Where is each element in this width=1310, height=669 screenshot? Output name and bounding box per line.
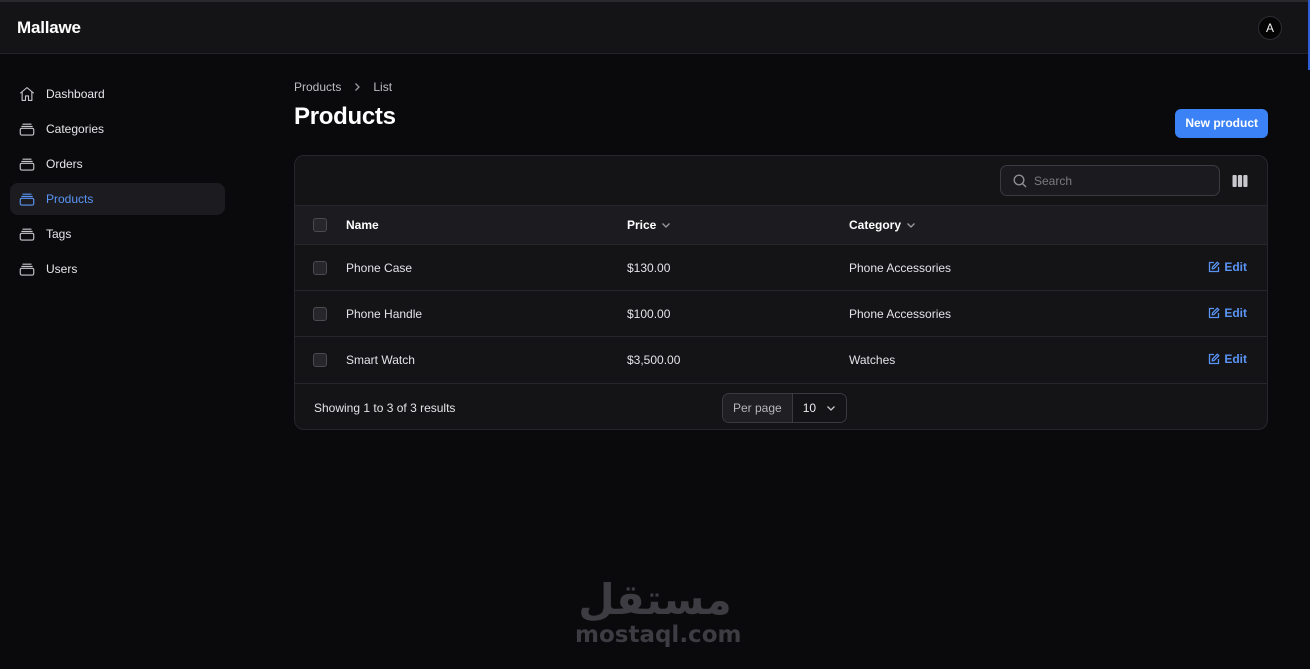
user-avatar[interactable]: A: [1258, 15, 1282, 40]
sidebar-item-categories[interactable]: Categories: [10, 113, 225, 145]
per-page-value: 10: [802, 400, 817, 415]
select-all-checkbox[interactable]: [313, 218, 327, 232]
breadcrumb-parent[interactable]: Products: [294, 80, 341, 94]
table-toolbar: [295, 156, 1267, 205]
per-page-label: Per page: [723, 393, 793, 422]
chevron-down-icon: [827, 405, 836, 411]
search-box[interactable]: [1000, 165, 1220, 196]
sidebar-item-label: Orders: [46, 157, 83, 171]
column-header-name: Name: [346, 218, 379, 232]
cell-category: Phone Accessories: [849, 260, 952, 275]
brand-logo[interactable]: Mallawe: [17, 18, 81, 38]
edit-link[interactable]: Edit: [1208, 306, 1247, 320]
table-header-row: Name Price Category: [295, 205, 1267, 245]
watermark-arabic: مستقل: [578, 575, 732, 624]
column-header-label: Category: [849, 218, 902, 232]
breadcrumb: Products List: [294, 80, 1268, 94]
sidebar: Dashboard Categories Orders Products Tag…: [10, 78, 225, 288]
chevron-down-icon: [907, 223, 915, 228]
sidebar-item-orders[interactable]: Orders: [10, 148, 225, 180]
per-page-selector[interactable]: Per page 10: [722, 392, 848, 423]
per-page-select[interactable]: 10: [792, 393, 847, 422]
watermark-latin: mostaql.com: [575, 622, 742, 648]
cell-name: Smart Watch: [346, 352, 415, 367]
collection-icon: [19, 158, 35, 171]
column-toggle-icon[interactable]: [1231, 172, 1249, 190]
cell-price: $100.00: [627, 306, 671, 321]
products-table: Name Price Category Phone Case $130.00 P…: [295, 205, 1267, 383]
sidebar-item-label: Users: [46, 262, 78, 276]
column-header-category[interactable]: Category: [849, 206, 1114, 245]
sidebar-item-label: Categories: [46, 122, 105, 136]
cell-name: Phone Case: [346, 260, 413, 275]
row-checkbox[interactable]: [313, 306, 327, 321]
sidebar-item-tags[interactable]: Tags: [10, 218, 225, 250]
table-row[interactable]: Phone Case $130.00 Phone Accessories Edi…: [295, 244, 1267, 291]
cell-name: Phone Handle: [346, 306, 423, 321]
sidebar-item-dashboard[interactable]: Dashboard: [10, 78, 225, 110]
collection-icon: [19, 263, 35, 276]
chevron-down-icon: [662, 223, 671, 228]
page-header: Products New product: [294, 102, 1268, 138]
edit-label: Edit: [1224, 259, 1247, 274]
edit-label: Edit: [1224, 351, 1247, 366]
row-checkbox[interactable]: [313, 260, 327, 275]
page-title: Products: [294, 103, 396, 130]
sidebar-item-users[interactable]: Users: [10, 253, 225, 285]
collection-icon: [19, 123, 35, 136]
table-footer: Showing 1 to 3 of 3 results Per page 10: [295, 382, 1267, 430]
main-content: Products List Products New product Searc…: [294, 80, 1268, 430]
new-product-button[interactable]: New product: [1175, 108, 1268, 138]
cell-price: $130.00: [627, 260, 671, 275]
home-icon: [19, 87, 35, 101]
row-checkbox[interactable]: [313, 352, 327, 367]
search-icon: [1013, 173, 1027, 187]
column-header-price[interactable]: Price: [627, 206, 849, 245]
edit-icon: [1209, 307, 1220, 318]
cell-price: $3,500.00: [627, 352, 681, 367]
edit-icon: [1209, 353, 1220, 364]
edit-link[interactable]: Edit: [1208, 260, 1247, 274]
chevron-right-icon: [352, 82, 362, 92]
column-header-label: Price: [627, 218, 657, 232]
products-table-card: Name Price Category: [294, 155, 1268, 430]
collection-icon: [19, 228, 35, 241]
table-row[interactable]: Phone Handle $100.00 Phone Accessories E…: [295, 290, 1267, 337]
sidebar-item-products[interactable]: Products: [10, 183, 225, 215]
edit-label: Edit: [1224, 305, 1247, 320]
results-summary: Showing 1 to 3 of 3 results: [314, 400, 456, 415]
edit-link[interactable]: Edit: [1208, 352, 1247, 366]
breadcrumb-current: List: [373, 80, 393, 94]
watermark: مستقل mostaql.com: [575, 575, 742, 648]
sidebar-item-label: Tags: [46, 227, 72, 241]
top-bar: Mallawe A: [0, 0, 1310, 54]
sidebar-item-label: Products: [46, 192, 94, 206]
table-row[interactable]: Smart Watch $3,500.00 Watches Edit: [295, 336, 1267, 383]
collection-icon: [19, 193, 35, 206]
search-input[interactable]: [1034, 173, 1204, 188]
cell-category: Watches: [849, 352, 896, 367]
edit-icon: [1209, 261, 1220, 272]
cell-category: Phone Accessories: [849, 306, 952, 321]
sidebar-item-label: Dashboard: [46, 87, 105, 101]
